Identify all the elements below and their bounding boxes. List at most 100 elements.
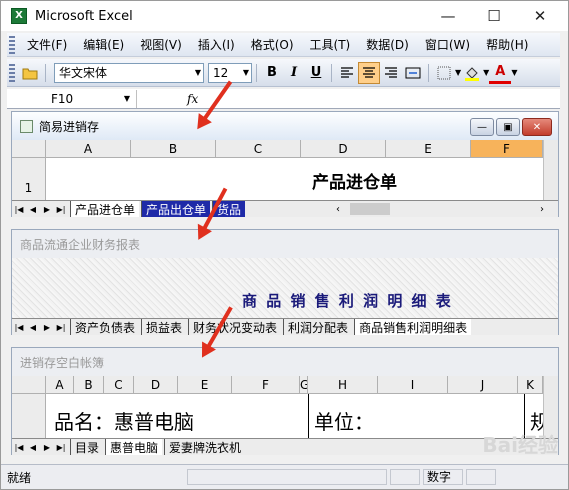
status-ready: 就绪: [7, 470, 32, 485]
sheet-tab[interactable]: 目录: [70, 439, 103, 455]
align-right-icon[interactable]: [380, 62, 402, 84]
prev-sheet-icon[interactable]: ◀: [26, 443, 40, 452]
unit-cell: 单位：: [314, 410, 374, 434]
menu-view[interactable]: 视图(V): [132, 36, 190, 53]
workbook-3-titlebar[interactable]: 进销存空白帐簿: [12, 348, 558, 376]
column-header[interactable]: A: [46, 376, 74, 394]
next-sheet-icon[interactable]: ▶: [40, 323, 54, 332]
column-header[interactable]: H: [308, 376, 378, 394]
menu-tools[interactable]: 工具(T): [302, 36, 359, 53]
workbook-window-2[interactable]: 商品流通企业财务报表 商 品 销 售 利 润 明 细 表 |◀ ◀ ▶ ▶| 资…: [11, 229, 559, 335]
align-center-icon[interactable]: [358, 61, 380, 84]
menu-insert[interactable]: 插入(I): [190, 36, 243, 53]
maximize-button[interactable]: ☐: [471, 1, 517, 31]
minimize-button[interactable]: —: [425, 1, 471, 31]
menu-edit[interactable]: 编辑(E): [75, 36, 132, 53]
column-header[interactable]: D: [134, 376, 178, 394]
column-header-selected[interactable]: F: [471, 140, 543, 158]
workbook-1-titlebar[interactable]: 简易进销存 — ▣ ✕: [12, 112, 558, 140]
borders-icon[interactable]: [433, 62, 455, 84]
horizontal-scrollbar[interactable]: ‹ ›: [332, 200, 558, 217]
workbook-window-3[interactable]: 进销存空白帐簿 A B C D E F G H I J K 品名：惠普电脑 单位…: [11, 347, 559, 455]
fill-color-icon[interactable]: [461, 62, 483, 84]
column-header[interactable]: E: [178, 376, 232, 394]
column-header[interactable]: B: [74, 376, 104, 394]
menu-window[interactable]: 窗口(W): [417, 36, 478, 53]
italic-button[interactable]: I: [283, 62, 305, 84]
next-sheet-icon[interactable]: ▶: [40, 443, 54, 452]
column-header[interactable]: F: [232, 376, 300, 394]
column-header[interactable]: K: [518, 376, 543, 394]
column-header[interactable]: C: [104, 376, 134, 394]
menu-help[interactable]: 帮助(H): [478, 36, 536, 53]
scroll-right-icon[interactable]: ›: [540, 204, 544, 215]
sheet-tab[interactable]: 资产负债表: [70, 319, 139, 335]
last-sheet-icon[interactable]: ▶|: [54, 323, 68, 332]
column-header[interactable]: B: [131, 140, 216, 158]
font-size-combobox[interactable]: 12 ▼: [208, 62, 252, 83]
first-sheet-icon[interactable]: |◀: [12, 205, 26, 214]
first-sheet-icon[interactable]: |◀: [12, 323, 26, 332]
cell-border: [308, 394, 309, 438]
sheet-tab-bar: |◀ ◀ ▶ ▶| 产品进仓单 产品出仓单 货品: [12, 200, 332, 217]
align-left-icon[interactable]: [336, 62, 358, 84]
column-header[interactable]: E: [386, 140, 471, 158]
workbook-2-titlebar[interactable]: 商品流通企业财务报表: [12, 230, 558, 258]
child-restore-button[interactable]: ▣: [496, 118, 520, 136]
last-sheet-icon[interactable]: ▶|: [54, 205, 68, 214]
sheet-grid-2[interactable]: 商 品 销 售 利 润 明 细 表 |◀ ◀ ▶ ▶| 资产负债表 损益表 财务…: [12, 258, 558, 335]
size-dropdown-icon[interactable]: ▼: [243, 68, 249, 77]
child-close-button[interactable]: ✕: [522, 118, 552, 136]
font-dropdown-icon[interactable]: ▼: [195, 68, 201, 77]
font-size-value: 12: [213, 65, 229, 80]
child-minimize-button[interactable]: —: [470, 118, 494, 136]
name-box[interactable]: F10 ▼: [7, 89, 137, 108]
font-name-combobox[interactable]: 华文宋体 ▼: [54, 62, 204, 83]
scroll-left-icon[interactable]: ‹: [336, 204, 340, 215]
column-header[interactable]: I: [378, 376, 448, 394]
toolbar-grip-icon[interactable]: [9, 63, 15, 82]
open-folder-icon[interactable]: [19, 62, 41, 84]
prev-sheet-icon[interactable]: ◀: [26, 323, 40, 332]
menu-data[interactable]: 数据(D): [358, 36, 417, 53]
vertical-scrollbar[interactable]: [543, 140, 558, 200]
select-all-corner[interactable]: [12, 140, 46, 158]
prev-sheet-icon[interactable]: ◀: [26, 205, 40, 214]
name-box-dropdown-icon[interactable]: ▼: [124, 94, 130, 103]
font-color-button[interactable]: A: [489, 62, 512, 84]
select-all-corner[interactable]: [12, 376, 46, 394]
scroll-thumb[interactable]: [350, 203, 390, 215]
last-sheet-icon[interactable]: ▶|: [54, 443, 68, 452]
column-header[interactable]: C: [216, 140, 301, 158]
column-header[interactable]: J: [448, 376, 518, 394]
first-sheet-icon[interactable]: |◀: [12, 443, 26, 452]
sheet-grid-1[interactable]: A B C D E F 1 产品进仓单 |◀ ◀ ▶ ▶| 产品进仓单 产品出仓…: [12, 140, 558, 217]
sheet-grid-3[interactable]: A B C D E F G H I J K 品名：惠普电脑 单位： 规 |◀ ◀…: [12, 376, 558, 455]
next-sheet-icon[interactable]: ▶: [40, 205, 54, 214]
bold-button[interactable]: B: [261, 62, 283, 84]
sheet-tab[interactable]: 财务状况变动表: [188, 319, 281, 335]
sheet-tab[interactable]: 产品进仓单: [70, 201, 140, 217]
sheet-tab[interactable]: 商品销售利润明细表: [354, 319, 472, 335]
close-button[interactable]: ✕: [517, 1, 563, 31]
menu-format[interactable]: 格式(O): [243, 36, 302, 53]
menu-file[interactable]: 文件(F): [19, 36, 75, 53]
sheet-tab[interactable]: 爱妻牌洗衣机: [164, 439, 245, 455]
merge-center-icon[interactable]: [402, 62, 424, 84]
function-icon[interactable]: fx: [187, 92, 198, 106]
column-header[interactable]: G: [300, 376, 308, 394]
menu-grip-icon[interactable]: [9, 35, 15, 54]
column-header[interactable]: D: [301, 140, 386, 158]
status-panel: [390, 469, 420, 485]
sheet-tab[interactable]: 损益表: [141, 319, 186, 335]
underline-button[interactable]: U: [305, 62, 327, 84]
sheet-tab[interactable]: 惠普电脑: [105, 439, 163, 455]
sheet-tab[interactable]: 利润分配表: [283, 319, 352, 335]
sheet-tab[interactable]: 产品出仓单: [141, 201, 211, 217]
workbook-window-1[interactable]: 简易进销存 — ▣ ✕ A B C D E F 1 产品进仓单 |◀ ◀ ▶ ▶…: [11, 111, 559, 217]
column-header[interactable]: A: [46, 140, 131, 158]
row-header[interactable]: 1: [12, 158, 46, 200]
font-color-dropdown-icon[interactable]: ▼: [511, 68, 517, 77]
row-header[interactable]: [12, 394, 46, 438]
workbook-1-title: 简易进销存: [39, 119, 100, 134]
